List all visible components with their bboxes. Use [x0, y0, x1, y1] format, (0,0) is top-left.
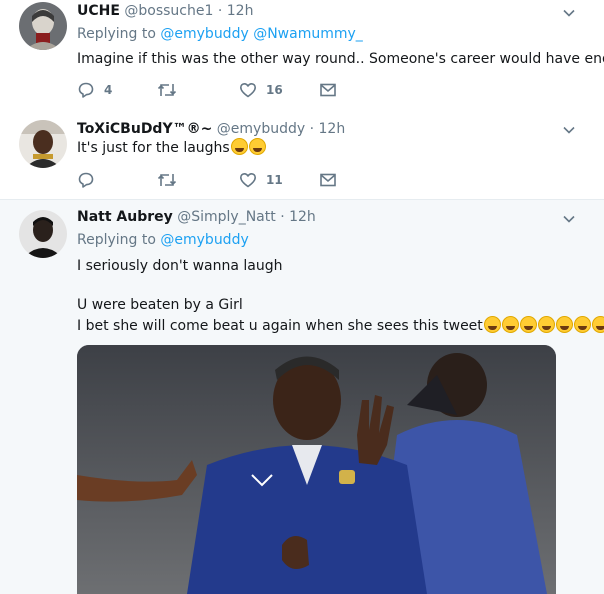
rolling-on-floor-laughing-icon: [591, 316, 604, 333]
direct-message-button[interactable]: [319, 170, 337, 190]
replying-to: Replying to @emybuddy: [77, 232, 249, 248]
reply-icon: [78, 82, 94, 98]
tweet-text: It's just for the laughs: [77, 138, 266, 157]
username[interactable]: @Simply_Natt: [177, 209, 276, 225]
direct-message-button[interactable]: [319, 80, 337, 100]
tweet-text-body: I bet she will come beat u again when sh…: [77, 318, 483, 334]
like-button[interactable]: 11: [239, 170, 283, 190]
heart-icon: [240, 173, 256, 188]
avatar[interactable]: [19, 2, 67, 50]
mention-link[interactable]: @Nwamummy_: [253, 26, 363, 42]
rolling-on-floor-laughing-icon: [573, 316, 591, 333]
chevron-down-icon[interactable]: [562, 211, 576, 225]
reply-button[interactable]: [77, 170, 104, 190]
like-count: 11: [266, 173, 283, 187]
separator-dot: ·: [280, 209, 285, 225]
face-with-tears-of-joy-icon: [248, 138, 266, 155]
replying-to-label: Replying to: [77, 232, 156, 248]
timestamp[interactable]: 12h: [319, 121, 346, 137]
username[interactable]: @emybuddy: [217, 121, 305, 137]
tweet-header: UCHE @bossuche1 · 12h: [77, 2, 253, 20]
avatar[interactable]: [19, 210, 67, 258]
tweet-text-line: I seriously don't wanna laugh: [77, 258, 283, 274]
tweet-photo[interactable]: [77, 345, 556, 594]
like-count: 16: [266, 83, 283, 97]
separator-dot: ·: [217, 3, 223, 19]
display-name[interactable]: UCHE: [77, 3, 120, 19]
face-with-tears-of-joy-icon: [230, 138, 248, 155]
mention-link[interactable]: @emybuddy: [160, 26, 248, 42]
replying-to: Replying to @emybuddy @Nwamummy_: [77, 26, 363, 42]
rolling-on-floor-laughing-icon: [537, 316, 555, 333]
avatar[interactable]: [19, 120, 67, 168]
tweet-text-body: It's just for the laughs: [77, 140, 230, 156]
tweet-header: Natt Aubrey @Simply_Natt · 12h: [77, 208, 316, 226]
tweet-header: ToXiCBuDdY™®~ @emybuddy · 12h: [77, 120, 345, 138]
reply-button[interactable]: 4: [77, 80, 112, 100]
retweet-icon: [157, 174, 177, 186]
reply-count: 4: [104, 83, 113, 97]
username[interactable]: @bossuche1: [124, 3, 213, 19]
rolling-on-floor-laughing-icon: [483, 316, 501, 333]
tweet-text: Imagine if this was the other way round.…: [77, 51, 604, 67]
rolling-on-floor-laughing-icon: [501, 316, 519, 333]
timestamp[interactable]: 12h: [289, 209, 316, 225]
chevron-down-icon[interactable]: [562, 122, 576, 136]
tweet[interactable]: ToXiCBuDdY™®~ @emybuddy · 12h It's just …: [0, 110, 604, 200]
chevron-down-icon[interactable]: [562, 5, 576, 19]
heart-icon: [240, 83, 256, 98]
tweet-text-line: U were beaten by a Girl: [77, 297, 243, 313]
rolling-on-floor-laughing-icon: [519, 316, 537, 333]
separator-dot: ·: [309, 121, 315, 137]
retweet-button[interactable]: [157, 170, 186, 190]
like-button[interactable]: 16: [239, 80, 283, 100]
retweet-icon: [157, 84, 177, 96]
tweet-actions: 11: [77, 170, 377, 190]
tweet-text-line: I bet she will come beat u again when sh…: [77, 316, 604, 335]
timestamp[interactable]: 12h: [227, 3, 254, 19]
retweet-button[interactable]: [157, 80, 186, 100]
tweet[interactable]: Natt Aubrey @Simply_Natt · 12h Replying …: [0, 200, 604, 594]
display-name[interactable]: Natt Aubrey: [77, 209, 173, 225]
reply-icon: [78, 172, 94, 188]
tweet[interactable]: UCHE @bossuche1 · 12h Replying to @emybu…: [0, 0, 604, 110]
envelope-icon: [320, 173, 336, 187]
envelope-icon: [320, 83, 336, 97]
display-name[interactable]: ToXiCBuDdY™®~: [77, 121, 212, 137]
tweet-actions: 4 16: [77, 80, 377, 100]
rolling-on-floor-laughing-icon: [555, 316, 573, 333]
replying-to-label: Replying to: [77, 26, 156, 42]
mention-link[interactable]: @emybuddy: [160, 232, 248, 248]
